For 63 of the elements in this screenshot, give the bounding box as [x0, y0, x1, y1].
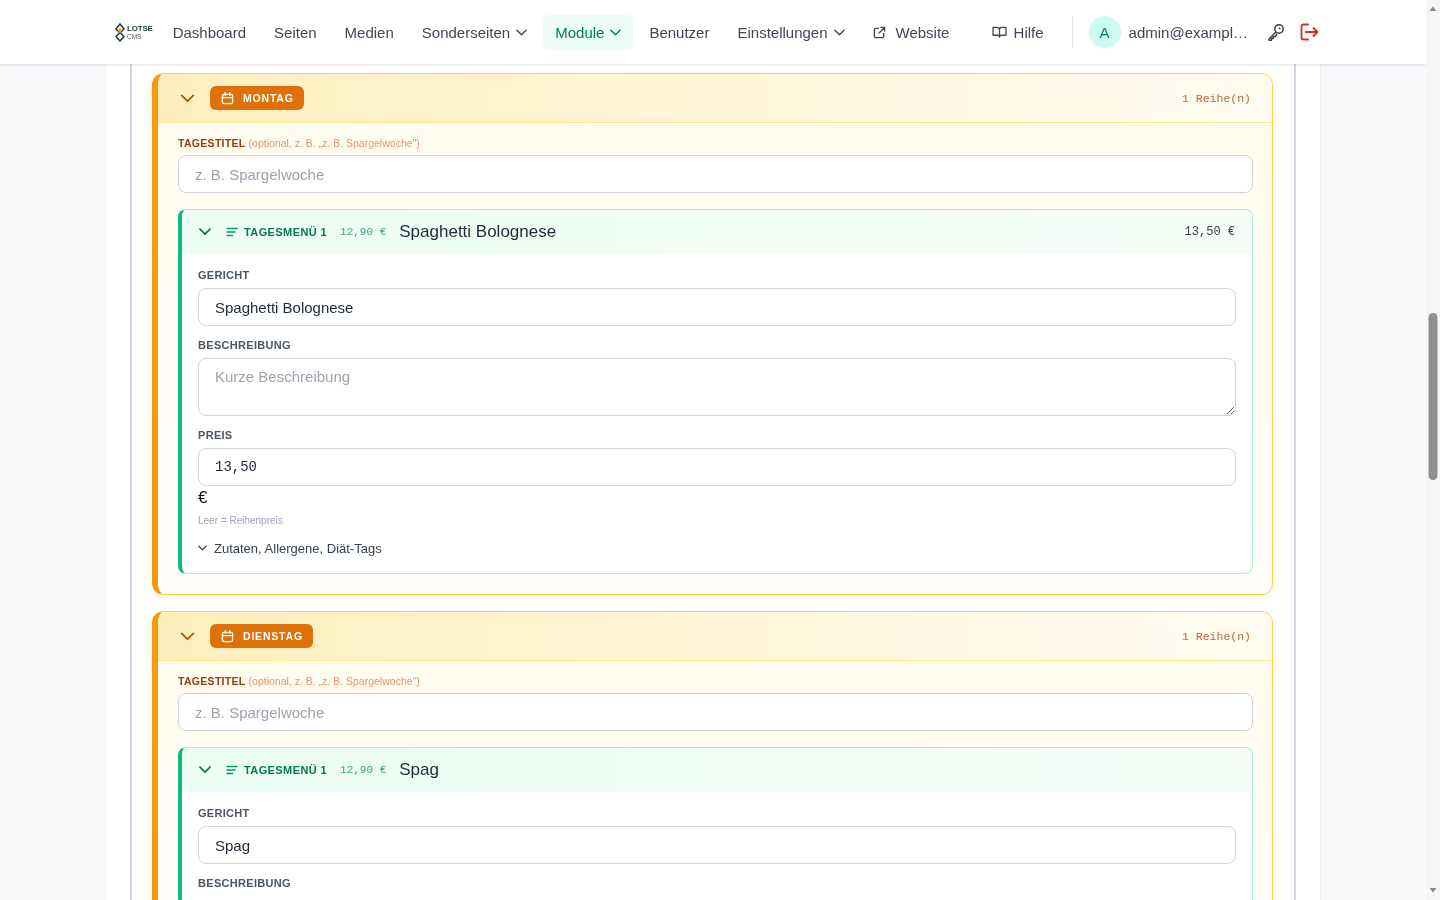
currency-symbol: € — [198, 488, 208, 508]
day-name: DIENSTAG — [243, 630, 303, 642]
nav-dropdown[interactable]: Einstellungen — [725, 14, 857, 50]
logo-icon[interactable] — [115, 22, 125, 42]
day-name: MONTAG — [243, 92, 294, 104]
menu-price: 13,50 € — [1184, 225, 1235, 239]
menu-label: TAGESMENÜ 1 — [244, 764, 328, 776]
row-count: 1 Reihe(n) — [1182, 629, 1251, 643]
price-input[interactable]: 13,50 — [198, 448, 1236, 486]
external-link-icon — [872, 25, 886, 39]
nav-link[interactable]: Seiten — [262, 14, 329, 50]
day-card-header[interactable]: DIENSTAG 1 Reihe(n) — [158, 612, 1272, 661]
field-label: BESCHREIBUNG — [198, 338, 291, 352]
menu-label: TAGESMENÜ 1 — [244, 226, 328, 238]
nav-dropdown[interactable]: Module — [543, 14, 634, 50]
chevron-down-icon — [610, 28, 622, 36]
calendar-icon — [221, 91, 234, 105]
field-label: GERICHT — [198, 268, 250, 282]
user-email[interactable]: admin@exampl… — [1128, 23, 1248, 41]
field-label: BESCHREIBUNG — [198, 876, 291, 890]
field-label: PREIS — [198, 428, 233, 442]
scrollbar[interactable] — [1426, 0, 1440, 900]
nav-link[interactable]: Website — [860, 14, 962, 50]
menu-card-header[interactable]: TAGESMENÜ 1 12,90 € Spag — [182, 748, 1252, 792]
user-avatar[interactable]: A — [1088, 16, 1121, 48]
dish-input[interactable]: Spaghetti Bolognese — [198, 288, 1236, 326]
nav-link[interactable]: Medien — [332, 14, 406, 50]
nav-dropdown[interactable]: Sonderseiten — [409, 14, 540, 50]
logout-icon[interactable] — [1300, 23, 1319, 41]
title-input[interactable]: z. B. Spargelwoche — [178, 693, 1253, 731]
nav-link[interactable]: Benutzer — [637, 14, 722, 50]
calendar-icon — [221, 629, 234, 643]
nav-link[interactable]: Dashboard — [160, 14, 259, 50]
list-icon — [226, 227, 238, 237]
day-card-header[interactable]: MONTAG 1 Reihe(n) — [158, 74, 1272, 123]
menu-base-price: 12,90 € — [340, 226, 387, 238]
field-label: TAGESTITEL — [178, 137, 246, 149]
title-input[interactable]: z. B. Spargelwoche — [178, 155, 1253, 193]
dish-name: Spaghetti Bolognese — [399, 222, 557, 242]
menu-card-header[interactable]: TAGESMENÜ 1 12,90 € Spaghetti Bolognese 13,50 € — [182, 210, 1252, 254]
field-hint: (optional, z. B. „z. B. Spargelwoche") — [248, 137, 420, 149]
details-toggle[interactable]: Zutaten, Allergene, Diät-Tags — [198, 539, 382, 557]
chevron-down-icon — [833, 28, 845, 36]
field-label: TAGESTITEL — [178, 675, 246, 687]
menu-base-price: 12,90 € — [340, 764, 387, 776]
list-icon — [226, 765, 238, 775]
field-label: GERICHT — [198, 806, 250, 820]
chevron-down-icon[interactable] — [180, 631, 195, 641]
row-count: 1 Reihe(n) — [1182, 91, 1251, 105]
dish-name: Spag — [399, 760, 439, 780]
chevron-down-icon[interactable] — [180, 93, 195, 103]
chevron-down-icon[interactable] — [199, 228, 211, 236]
book-icon — [991, 26, 1007, 38]
key-icon[interactable] — [1267, 23, 1285, 41]
description-textarea[interactable]: Kurze Beschreibung — [198, 358, 1236, 416]
chevron-down-icon[interactable] — [199, 766, 211, 774]
field-hint: (optional, z. B. „z. B. Spargelwoche") — [248, 675, 420, 687]
help-link[interactable]: Hilfe — [979, 14, 1056, 50]
chevron-down-icon — [516, 28, 528, 36]
field-hint: Leer = Reihenpreis — [198, 514, 283, 528]
chevron-down-icon — [198, 545, 207, 551]
logo-text: LOTSE — [127, 24, 153, 33]
dish-input[interactable]: Spag — [198, 826, 1236, 864]
